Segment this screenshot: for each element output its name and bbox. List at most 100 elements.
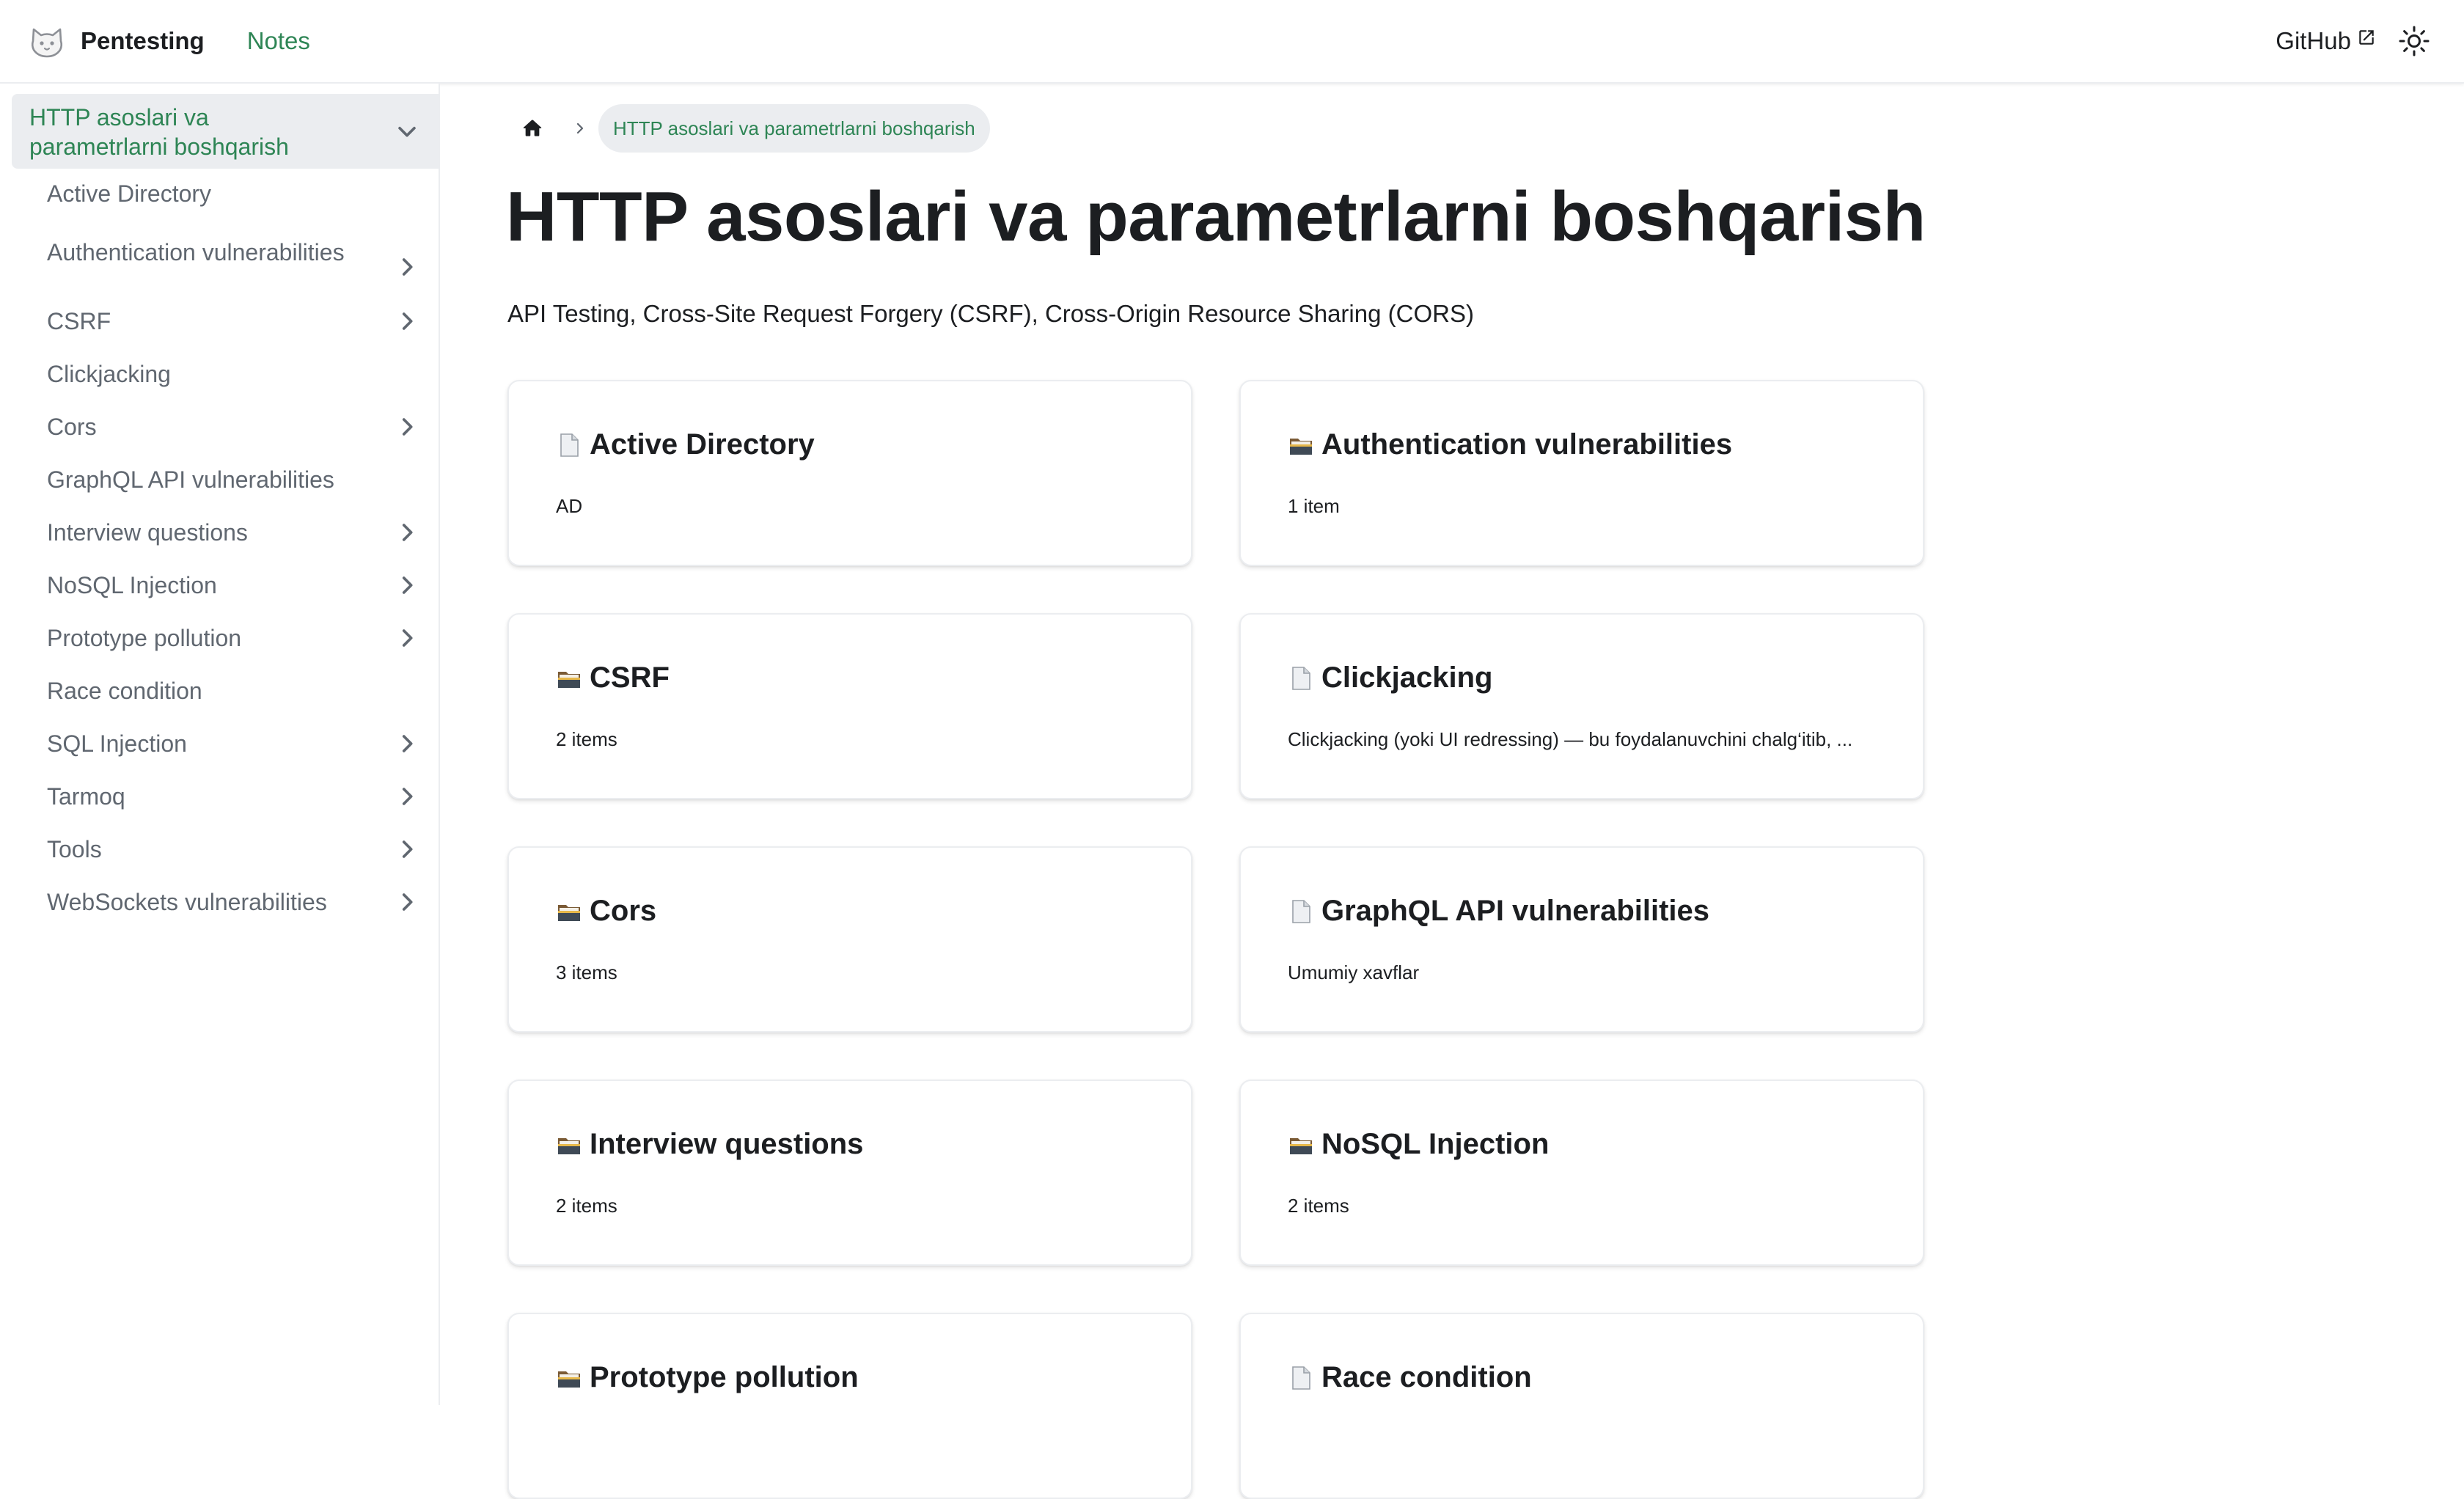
card-title: Active Directory <box>556 428 815 461</box>
card-description: 2 items <box>556 1195 617 1217</box>
docs-sidebar: HTTP asoslari va parametrlarni boshqaris… <box>0 84 440 1405</box>
sidebar-item[interactable]: Tools <box>47 835 392 864</box>
doc-card[interactable]: NoSQL Injection 2 items <box>1239 1080 1924 1266</box>
chevron-right-icon[interactable] <box>395 890 419 915</box>
document-icon <box>1292 666 1310 690</box>
card-description: 1 item <box>1288 495 1340 517</box>
brand-link[interactable]: Pentesting <box>28 22 205 60</box>
chevron-right-icon[interactable] <box>395 731 419 756</box>
chevron-right-icon[interactable] <box>395 784 419 809</box>
sidebar-item-label: WebSockets vulnerabilities <box>47 889 327 915</box>
sidebar-item-label: Tools <box>47 836 102 862</box>
folder-icon <box>558 671 580 688</box>
chevron-right-icon[interactable] <box>395 626 419 650</box>
card-title: GraphQL API vulnerabilities <box>1288 895 1709 928</box>
card-description: AD <box>556 495 583 517</box>
card-description: Clickjacking (yoki UI redressing) — bu f… <box>1288 728 1853 750</box>
sidebar-item-label: Race condition <box>47 678 202 704</box>
document-icon <box>560 433 579 457</box>
sidebar-item-label: Prototype pollution <box>47 625 242 651</box>
theme-toggle-button[interactable] <box>2392 19 2436 63</box>
home-icon[interactable] <box>521 117 544 140</box>
card-title: CSRF <box>556 661 670 694</box>
card-description: 2 items <box>556 728 617 750</box>
chevron-right-icon <box>576 122 584 134</box>
card-title: Interview questions <box>556 1128 863 1161</box>
chevron-right-icon[interactable] <box>395 414 419 439</box>
sun-icon <box>2399 26 2430 56</box>
brand-title: Pentesting <box>81 27 205 54</box>
external-link-icon <box>2359 30 2374 45</box>
sidebar-item-label: GraphQL API vulnerabilities <box>47 466 334 493</box>
doc-card[interactable]: Prototype pollution <box>507 1313 1192 1499</box>
sidebar-item[interactable]: Active Directory <box>47 179 392 208</box>
card-title-text: GraphQL API vulnerabilities <box>1321 895 1710 927</box>
card-title-text: Interview questions <box>590 1128 864 1160</box>
document-icon <box>1292 899 1310 923</box>
doc-card[interactable]: CSRF 2 items <box>507 613 1192 799</box>
chevron-right-icon[interactable] <box>395 520 419 545</box>
page-title: HTTP asoslari va parametrlarni boshqaris… <box>506 177 1926 256</box>
sidebar-item-label: Clickjacking <box>47 361 171 387</box>
card-title: Clickjacking <box>1288 661 1492 694</box>
top-navbar: Pentesting Notes GitHub <box>0 0 2464 84</box>
github-link[interactable]: GitHub <box>2276 27 2376 55</box>
sidebar-item[interactable]: Authentication vulnerabilities <box>47 238 392 267</box>
card-title-text: NoSQL Injection <box>1321 1128 1550 1160</box>
doc-card[interactable]: Race condition <box>1239 1313 1924 1499</box>
folder-icon <box>558 1137 580 1154</box>
cat-logo-icon <box>31 28 63 58</box>
folder-icon <box>558 904 580 921</box>
folder-icon <box>1290 438 1312 455</box>
sidebar-item-label: Authentication vulnerabilities <box>47 239 345 265</box>
sidebar-item[interactable]: SQL Injection <box>47 729 392 758</box>
card-description: Umumiy xavflar <box>1288 961 1420 983</box>
card-title-text: Active Directory <box>590 428 815 461</box>
sidebar-category-active[interactable]: HTTP asoslari va parametrlarni boshqaris… <box>12 94 439 169</box>
card-title: Race condition <box>1288 1361 1532 1394</box>
card-title: Cors <box>556 895 656 928</box>
sidebar-item[interactable]: Prototype pollution <box>47 623 392 653</box>
chevron-right-icon[interactable] <box>395 573 419 598</box>
card-title-text: Prototype pollution <box>590 1361 859 1393</box>
sidebar-item[interactable]: Cors <box>47 412 392 441</box>
sidebar-item-label: SQL Injection <box>47 730 187 757</box>
card-title-text: Authentication vulnerabilities <box>1321 428 1733 461</box>
sidebar-item[interactable]: Race condition <box>47 676 392 705</box>
nav-link-notes[interactable]: Notes <box>247 27 310 55</box>
sidebar-item[interactable]: Clickjacking <box>47 359 392 389</box>
sidebar-item-label: CSRF <box>47 308 111 334</box>
breadcrumb-current: HTTP asoslari va parametrlarni boshqaris… <box>598 104 990 153</box>
doc-card[interactable]: Cors 3 items <box>507 846 1192 1033</box>
chevron-right-icon[interactable] <box>395 837 419 862</box>
card-title: NoSQL Injection <box>1288 1128 1549 1161</box>
card-title-text: CSRF <box>590 661 670 694</box>
card-title: Prototype pollution <box>556 1361 859 1394</box>
folder-icon <box>1290 1137 1312 1154</box>
sidebar-item[interactable]: CSRF <box>47 307 392 336</box>
sidebar-item[interactable]: Interview questions <box>47 518 392 547</box>
document-icon <box>1292 1366 1310 1390</box>
doc-card[interactable]: Clickjacking Clickjacking (yoki UI redres… <box>1239 613 1924 799</box>
page-description: API Testing, Cross-Site Request Forgery … <box>507 300 1474 327</box>
sidebar-item[interactable]: GraphQL API vulnerabilities <box>47 465 392 494</box>
card-title-text: Cors <box>590 895 657 927</box>
chevron-right-icon[interactable] <box>395 254 419 279</box>
sidebar-item-label: Active Directory <box>47 180 212 207</box>
sidebar-item[interactable]: WebSockets vulnerabilities <box>47 887 392 917</box>
doc-card[interactable]: Interview questions 2 items <box>507 1080 1192 1266</box>
sidebar-item-label: Interview questions <box>47 519 248 546</box>
doc-card[interactable]: Active Directory AD <box>507 380 1192 566</box>
sidebar-item[interactable]: NoSQL Injection <box>47 571 392 600</box>
chevron-right-icon[interactable] <box>395 309 419 334</box>
doc-card[interactable]: GraphQL API vulnerabilities Umumiy xavfla… <box>1239 846 1924 1033</box>
sidebar-item[interactable]: Tarmoq <box>47 782 392 811</box>
doc-card[interactable]: Authentication vulnerabilities 1 item <box>1239 380 1924 566</box>
card-title-text: Race condition <box>1321 1361 1532 1393</box>
navbar-right: GitHub <box>2276 0 2436 82</box>
chevron-down-icon[interactable] <box>395 119 419 144</box>
breadcrumb: HTTP asoslari va parametrlarni boshqaris… <box>507 104 990 153</box>
sidebar-item-label: Tarmoq <box>47 783 125 810</box>
sidebar-item-label: NoSQL Injection <box>47 572 217 598</box>
card-title: Authentication vulnerabilities <box>1288 428 1732 461</box>
